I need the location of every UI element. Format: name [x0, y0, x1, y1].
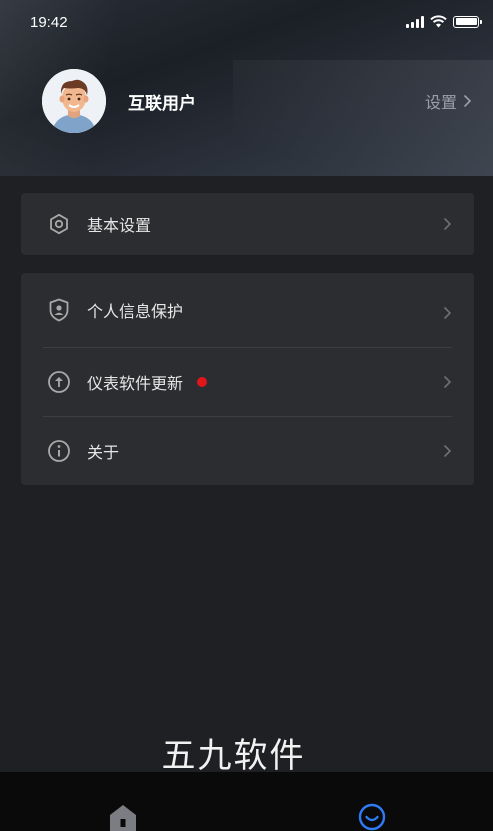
menu-item-firmware-update[interactable]: 仪表软件更新 [21, 348, 474, 416]
status-time: 19:42 [30, 14, 68, 31]
settings-label: 设置 [424, 93, 457, 112]
menu-item-label: 仪表软件更新 [87, 374, 184, 393]
bottom-tab-bar [0, 772, 493, 831]
hexagon-settings-icon [47, 212, 71, 236]
menu-item-privacy[interactable]: 个人信息保护 [21, 273, 474, 347]
status-icons [406, 15, 482, 28]
cellular-signal-icon [406, 15, 424, 28]
battery-icon [453, 15, 482, 28]
tab-me[interactable] [357, 802, 387, 831]
chevron-right-icon [463, 94, 472, 108]
menu-item-label: 关于 [87, 443, 120, 462]
watermark-text: 五九软件 [161, 736, 306, 776]
menu-item-label: 基本设置 [87, 216, 152, 235]
wifi-icon [430, 15, 447, 28]
username: 互联用户 [128, 93, 196, 114]
avatar[interactable] [42, 69, 106, 133]
chevron-right-icon [443, 217, 452, 231]
smile-icon [358, 803, 386, 831]
upload-circle-icon [47, 370, 71, 394]
home-icon [110, 805, 136, 831]
user-avatar-icon [42, 69, 106, 133]
menu-card-main: 个人信息保护 仪表软件更新 关于 [21, 273, 474, 485]
chevron-right-icon [443, 375, 452, 389]
chevron-right-icon [443, 306, 452, 320]
menu-item-about[interactable]: 关于 [21, 417, 474, 485]
info-circle-icon [47, 439, 71, 463]
menu-item-label: 个人信息保护 [87, 302, 184, 321]
menu-card-basic: 基本设置 [21, 193, 474, 255]
settings-link[interactable]: 设置 [425, 89, 472, 113]
chevron-right-icon [443, 444, 452, 458]
status-bar: 19:42 [0, 0, 493, 46]
profile-row[interactable]: 互联用户 设置 [42, 69, 472, 133]
menu-item-basic-settings[interactable]: 基本设置 [21, 193, 474, 255]
battery-level [455, 18, 477, 25]
shield-user-icon [47, 298, 71, 322]
tab-home[interactable] [108, 804, 138, 831]
update-badge-dot [197, 377, 208, 387]
